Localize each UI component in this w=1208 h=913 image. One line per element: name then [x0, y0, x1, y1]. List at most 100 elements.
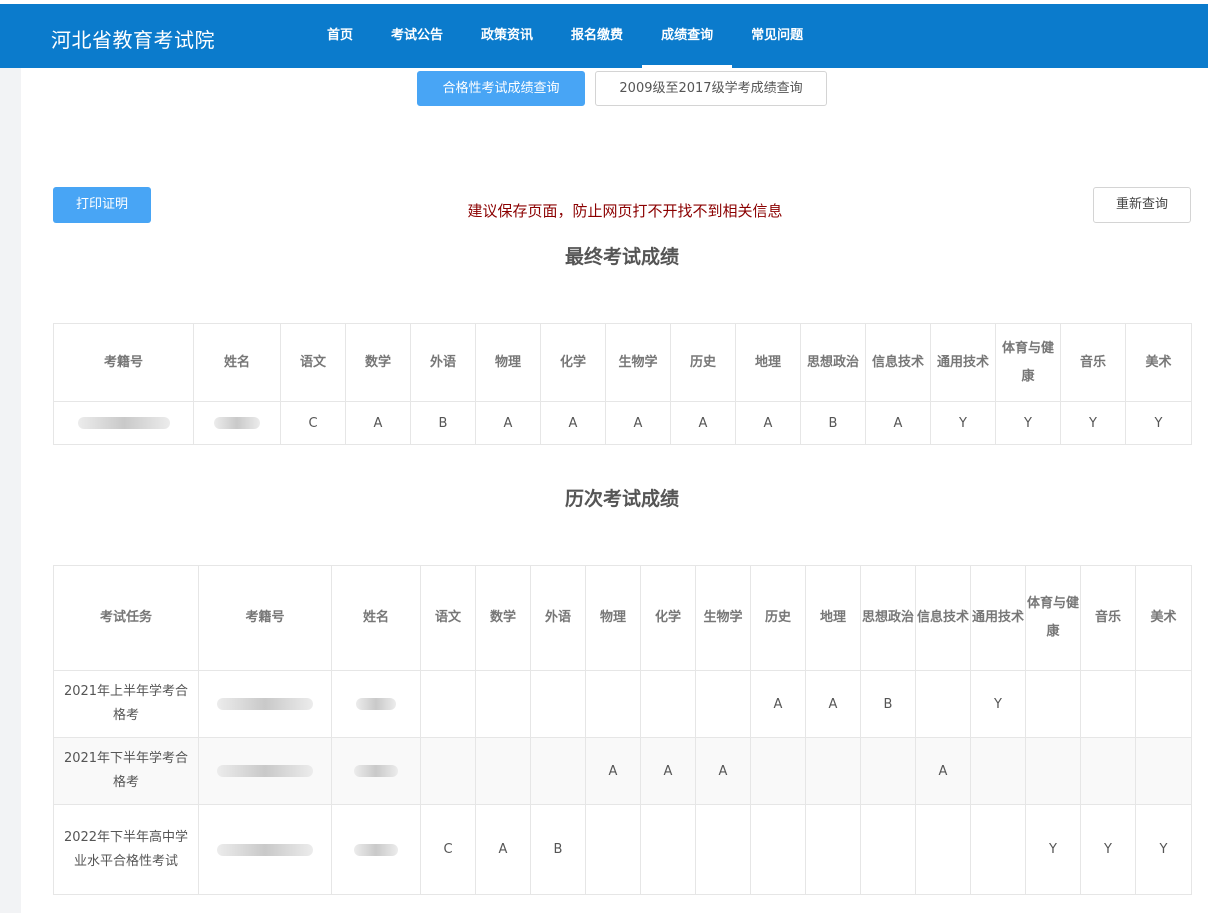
header-cell: 生物学	[695, 565, 751, 671]
header-cell: 化学	[640, 565, 696, 671]
header-cell: 信息技术	[865, 323, 931, 402]
grade-cell: A	[345, 401, 411, 445]
exam-task-cell: 2021年上半年学考合格考	[53, 670, 199, 738]
header-cell: 物理	[475, 323, 541, 402]
grade-cell: Y	[1060, 401, 1126, 445]
grade-cell	[750, 737, 806, 805]
history-scores-table: 考试任务 考籍号 姓名 语文 数学 外语 物理 化学 生物学 历史 地理 思想政…	[53, 565, 1192, 895]
grade-cell	[860, 804, 916, 895]
grade-cell: A	[865, 401, 931, 445]
nav-score-query[interactable]: 成绩查询	[642, 4, 733, 68]
table-row: 2021年上半年学考合格考 A A B Y	[53, 670, 1192, 738]
header-cell: 历史	[750, 565, 806, 671]
header-cell: 历史	[670, 323, 736, 402]
table-row: C A B A A A A A B A Y Y Y Y	[53, 401, 1192, 445]
header-cell: 外语	[530, 565, 586, 671]
grade-cell: A	[735, 401, 801, 445]
redacted-name	[193, 401, 281, 445]
nav-registration-payment[interactable]: 报名缴费	[552, 4, 642, 68]
header-cell: 语文	[420, 565, 476, 671]
grade-cell: A	[805, 670, 861, 738]
grade-cell: Y	[1025, 804, 1081, 895]
header-cell: 化学	[540, 323, 606, 402]
tab-qualification-exam-query[interactable]: 合格性考试成绩查询	[417, 71, 585, 106]
header-cell: 信息技术	[915, 565, 971, 671]
grade-cell	[860, 737, 916, 805]
header-cell: 美术	[1135, 565, 1192, 671]
grade-cell: B	[530, 804, 586, 895]
grade-cell: A	[915, 737, 971, 805]
grade-cell: A	[670, 401, 736, 445]
grade-cell	[915, 804, 971, 895]
grade-cell	[970, 804, 1026, 895]
final-scores-title: 最终考试成绩	[564, 246, 679, 268]
main-nav: 首页 考试公告 政策资讯 报名缴费 成绩查询 常见问题	[308, 4, 822, 68]
header-cell: 思想政治	[860, 565, 916, 671]
grade-cell	[695, 670, 751, 738]
header-cell: 音乐	[1060, 323, 1126, 402]
grade-cell: B	[860, 670, 916, 738]
grade-cell	[1135, 737, 1192, 805]
grade-cell	[1025, 670, 1081, 738]
final-scores-table: 考籍号 姓名 语文 数学 外语 物理 化学 生物学 历史 地理 思想政治 信息技…	[53, 323, 1192, 445]
site-logo[interactable]: 河北省教育考试院	[51, 24, 215, 53]
grade-cell	[695, 804, 751, 895]
grade-cell	[530, 670, 586, 738]
grade-cell	[805, 737, 861, 805]
grade-cell: Y	[1135, 804, 1192, 895]
grade-cell	[640, 804, 696, 895]
redacted-name	[331, 804, 421, 895]
requery-button[interactable]: 重新查询	[1093, 187, 1191, 223]
grade-cell: A	[750, 670, 806, 738]
exam-task-cell: 2021年下半年学考合格考	[53, 737, 199, 805]
grade-cell	[970, 737, 1026, 805]
grade-cell: Y	[995, 401, 1061, 445]
header-cell: 通用技术	[930, 323, 996, 402]
grade-cell: B	[800, 401, 866, 445]
grade-cell: Y	[970, 670, 1026, 738]
header-cell: 通用技术	[970, 565, 1026, 671]
tab-2009-2017-query[interactable]: 2009级至2017级学考成绩查询	[595, 71, 827, 106]
grade-cell: B	[410, 401, 476, 445]
grade-cell	[1080, 737, 1136, 805]
grade-cell	[915, 670, 971, 738]
history-scores-title: 历次考试成绩	[564, 488, 679, 510]
grade-cell	[805, 804, 861, 895]
redacted-exam-id	[198, 804, 332, 895]
header-cell: 体育与健康	[995, 323, 1061, 402]
header-cell: 体育与健康	[1025, 565, 1081, 671]
grade-cell: A	[475, 804, 531, 895]
header-cell: 思想政治	[800, 323, 866, 402]
header-cell: 考籍号	[53, 323, 194, 402]
grade-cell: A	[585, 737, 641, 805]
grade-cell	[585, 804, 641, 895]
nav-home[interactable]: 首页	[308, 4, 372, 68]
grade-cell	[475, 670, 531, 738]
grade-cell	[750, 804, 806, 895]
grade-cell: C	[280, 401, 346, 445]
grade-cell: Y	[930, 401, 996, 445]
grade-cell: A	[475, 401, 541, 445]
header-cell: 音乐	[1080, 565, 1136, 671]
header-cell: 姓名	[193, 323, 281, 402]
grade-cell: Y	[1125, 401, 1192, 445]
grade-cell	[585, 670, 641, 738]
header-cell: 地理	[735, 323, 801, 402]
redacted-name	[331, 670, 421, 738]
header-cell: 语文	[280, 323, 346, 402]
table-row: 2021年下半年学考合格考 A A A A	[53, 737, 1192, 805]
nav-policy-news[interactable]: 政策资讯	[462, 4, 552, 68]
grade-cell: C	[420, 804, 476, 895]
grade-cell	[420, 737, 476, 805]
nav-faq[interactable]: 常见问题	[732, 4, 822, 68]
table-header-row: 考籍号 姓名 语文 数学 外语 物理 化学 生物学 历史 地理 思想政治 信息技…	[53, 323, 1192, 402]
grade-cell: Y	[1080, 804, 1136, 895]
nav-exam-notices[interactable]: 考试公告	[372, 4, 462, 68]
grade-cell: A	[640, 737, 696, 805]
grade-cell	[530, 737, 586, 805]
header-cell: 外语	[410, 323, 476, 402]
redacted-exam-id	[198, 737, 332, 805]
header-cell: 物理	[585, 565, 641, 671]
grade-cell	[420, 670, 476, 738]
grade-cell	[1135, 670, 1192, 738]
